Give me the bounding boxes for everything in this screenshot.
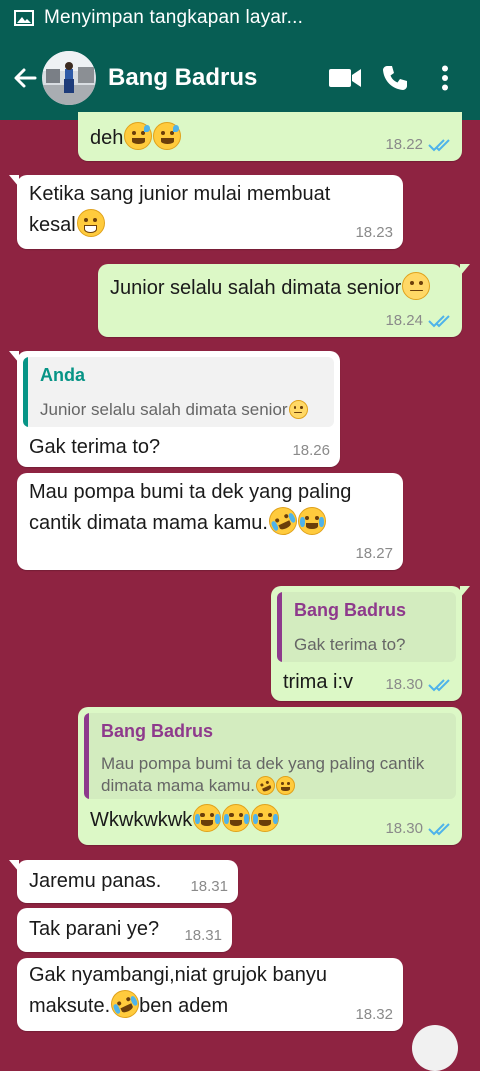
video-call-button[interactable] bbox=[328, 61, 362, 95]
quoted-message[interactable]: Bang Badrus Mau pompa bumi ta dek yang p… bbox=[84, 713, 456, 799]
read-receipt-icon bbox=[428, 138, 450, 151]
message-text-line: kesal bbox=[29, 214, 76, 236]
message-meta: 18.31 bbox=[190, 878, 228, 895]
read-receipt-icon bbox=[428, 822, 450, 835]
sweat-smile-emoji bbox=[153, 122, 182, 150]
more-options-button[interactable] bbox=[428, 61, 462, 95]
message-text-line: cantik dimata mama kamu. bbox=[29, 512, 268, 534]
message-bubble-outgoing-reply[interactable]: Bang Badrus Gak terima to? trima i:v 18.… bbox=[271, 586, 470, 701]
message-time: 18.23 bbox=[355, 224, 393, 241]
read-receipt-icon bbox=[428, 314, 450, 327]
status-bar: Menyimpan tangkapan layar... bbox=[0, 0, 480, 36]
contact-avatar[interactable] bbox=[42, 51, 96, 105]
message-text: Wkwkwkwk bbox=[90, 809, 193, 831]
quote-author: Bang Badrus bbox=[294, 600, 407, 620]
joy-emoji bbox=[251, 804, 280, 832]
chat-header: Bang Badrus bbox=[0, 36, 480, 120]
bubble-tail bbox=[460, 264, 470, 276]
neutral-emoji bbox=[288, 400, 308, 419]
quote-author: Anda bbox=[40, 365, 85, 385]
message-time: 18.24 bbox=[385, 312, 423, 329]
message-text: trima i:v bbox=[283, 671, 353, 693]
message-meta: 18.30 bbox=[385, 820, 452, 837]
screenshot-image-icon bbox=[14, 10, 34, 26]
message-time: 18.22 bbox=[385, 136, 423, 153]
message-bubble-incoming[interactable]: Tak parani ye? 18.31 bbox=[17, 908, 232, 952]
rofl-emoji bbox=[264, 502, 302, 540]
message-time: 18.27 bbox=[355, 545, 393, 562]
scroll-to-bottom-button[interactable] bbox=[412, 1025, 458, 1071]
neutral-emoji bbox=[402, 272, 431, 300]
message-time: 18.32 bbox=[355, 1006, 393, 1023]
message-bubble-incoming[interactable]: Jaremu panas. 18.31 bbox=[9, 860, 238, 903]
quote-accent-bar bbox=[277, 592, 282, 662]
message-text-line: Ketika sang junior mulai membuat bbox=[29, 183, 331, 205]
joy-emoji bbox=[276, 776, 295, 795]
message-time: 18.30 bbox=[385, 676, 423, 693]
quote-accent-bar bbox=[84, 713, 89, 799]
back-arrow-icon[interactable] bbox=[10, 63, 40, 93]
bubble-tail bbox=[9, 860, 19, 872]
message-text-line: Gak nyambangi,niat grujok banyu bbox=[29, 964, 327, 986]
quote-accent-bar bbox=[23, 357, 28, 427]
message-bubble-incoming-reply[interactable]: Anda Junior selalu salah dimata senior G… bbox=[9, 351, 340, 467]
message-bubble-outgoing[interactable]: Junior selalu salah dimata senior 18.24 bbox=[98, 264, 470, 337]
bubble-tail bbox=[460, 586, 470, 598]
message-time: 18.26 bbox=[292, 442, 330, 459]
rofl-emoji bbox=[106, 985, 144, 1023]
message-meta: 18.24 bbox=[385, 312, 452, 329]
message-bubble-incoming[interactable]: Mau pompa bumi ta dek yang paling cantik… bbox=[17, 473, 403, 570]
bubble-tail bbox=[9, 351, 19, 363]
video-camera-icon bbox=[329, 69, 361, 87]
message-meta: 18.27 bbox=[355, 545, 393, 562]
message-text: Tak parani ye? bbox=[29, 918, 160, 940]
message-text: Gak terima to? bbox=[29, 436, 161, 458]
quote-text: Junior selalu salah dimata senior bbox=[40, 400, 288, 419]
avatar-photo bbox=[42, 51, 96, 105]
message-meta: 18.30 bbox=[385, 676, 452, 693]
message-text: deh bbox=[90, 127, 124, 149]
quote-text-line: dimata mama kamu. bbox=[101, 776, 255, 795]
message-bubble-incoming[interactable]: Gak nyambangi,niat grujok banyu maksute.… bbox=[17, 958, 403, 1031]
message-bubble-outgoing-reply[interactable]: Bang Badrus Mau pompa bumi ta dek yang p… bbox=[78, 707, 462, 845]
message-meta: 18.26 bbox=[292, 442, 330, 459]
message-time: 18.31 bbox=[190, 878, 228, 895]
message-bubble-outgoing[interactable]: deh 18.22 bbox=[78, 112, 462, 161]
read-receipt-icon bbox=[428, 678, 450, 691]
rofl-emoji bbox=[252, 772, 279, 799]
voice-call-button[interactable] bbox=[378, 61, 412, 95]
joy-emoji bbox=[193, 804, 222, 832]
more-vert-icon bbox=[442, 65, 448, 91]
joy-emoji bbox=[297, 507, 326, 535]
triumph-emoji bbox=[76, 209, 105, 237]
message-text-line: maksute. bbox=[29, 995, 111, 1017]
message-bubble-incoming[interactable]: Ketika sang junior mulai membuat kesal 1… bbox=[9, 175, 403, 249]
joy-emoji bbox=[222, 804, 251, 832]
message-meta: 18.23 bbox=[355, 224, 393, 241]
message-meta: 18.32 bbox=[355, 1006, 393, 1023]
message-text: Junior selalu salah dimata senior bbox=[110, 277, 402, 299]
status-text: Menyimpan tangkapan layar... bbox=[44, 7, 304, 28]
message-text-line: Mau pompa bumi ta dek yang paling bbox=[29, 481, 352, 503]
quote-text-line: Mau pompa bumi ta dek yang paling cantik bbox=[101, 754, 425, 773]
contact-name[interactable]: Bang Badrus bbox=[108, 64, 328, 92]
sweat-smile-emoji bbox=[124, 122, 153, 150]
message-text: Jaremu panas. bbox=[29, 870, 162, 892]
phone-icon bbox=[383, 66, 407, 90]
message-meta: 18.22 bbox=[385, 136, 452, 153]
message-meta: 18.31 bbox=[184, 927, 222, 944]
message-time: 18.30 bbox=[385, 820, 423, 837]
message-time: 18.31 bbox=[184, 927, 222, 944]
quote-author: Bang Badrus bbox=[101, 721, 214, 741]
bubble-tail bbox=[9, 175, 19, 187]
quoted-message[interactable]: Anda Junior selalu salah dimata senior bbox=[23, 357, 334, 427]
message-text-line: ben adem bbox=[139, 995, 229, 1017]
quote-text: Gak terima to? bbox=[294, 635, 406, 654]
quoted-message[interactable]: Bang Badrus Gak terima to? bbox=[277, 592, 456, 662]
